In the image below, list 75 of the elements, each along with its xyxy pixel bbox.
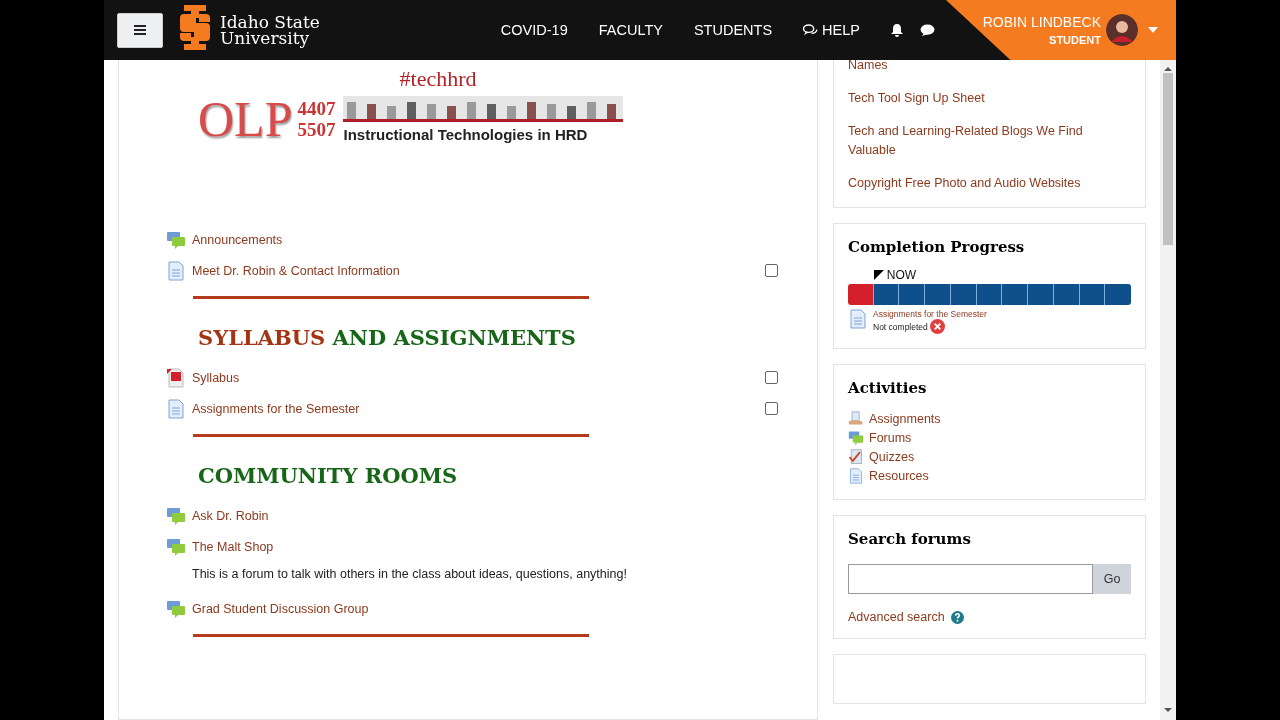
progress-segment[interactable]: [925, 284, 951, 305]
search-field[interactable]: [848, 564, 1093, 594]
banner-title: Instructional Technologies in HRD: [343, 125, 589, 143]
activity-link[interactable]: Ask Dr. Robin: [192, 508, 269, 523]
sidebar-link[interactable]: Resources: [869, 468, 929, 483]
help-icon: [950, 610, 964, 624]
banner-hashtag: #techhrd: [398, 66, 478, 92]
progress-segment[interactable]: [1079, 284, 1106, 305]
user-role: STUDENT: [1049, 34, 1101, 46]
caret-icon: [1148, 27, 1158, 33]
now-label: NOW: [886, 268, 917, 282]
sidebar-link[interactable]: Copyright Free Photo and Audio Websites: [848, 174, 1131, 193]
section-heading: COMMUNITY ROOMS: [198, 463, 459, 488]
completion-status: Not completed: [873, 321, 928, 332]
completion-checkbox[interactable]: [765, 371, 778, 384]
course-number: 4407: [297, 98, 336, 119]
activity-link[interactable]: Assignments for the Semester: [192, 401, 360, 416]
sidebar-link[interactable]: Forums: [869, 430, 912, 445]
progress-segment[interactable]: [1002, 284, 1029, 305]
progress-segment[interactable]: [976, 284, 1003, 305]
error-icon: [929, 319, 945, 334]
menu-button[interactable]: [117, 12, 163, 48]
activity-link[interactable]: The Malt Shop: [192, 539, 274, 554]
activity-description: This is a forum to talk with others in the class about ideas, questions, anything!: [192, 567, 628, 581]
nav-link[interactable]: STUDENTS: [693, 22, 773, 38]
document-icon: [848, 309, 868, 329]
hand-document-icon: [848, 410, 864, 427]
progress-segment[interactable]: [873, 284, 900, 305]
chat-bubbles-icon: [848, 429, 864, 446]
block-title: Completion Progress: [848, 238, 1026, 256]
completion-checkbox[interactable]: [765, 264, 778, 277]
menu-icon: [134, 25, 146, 35]
chat-bubbles-icon: [803, 23, 819, 37]
progress-segment[interactable]: [899, 284, 926, 305]
notifications-button[interactable]: [890, 22, 906, 38]
chat-bubbles-icon: [166, 229, 186, 250]
bell-icon: [890, 23, 904, 37]
progress-segment[interactable]: [1105, 284, 1132, 305]
user-name: ROBIN LINDBECK: [982, 14, 1101, 30]
block-title: Activities: [848, 379, 928, 397]
messages-button[interactable]: [920, 22, 936, 38]
nav-link[interactable]: FACULTY: [598, 22, 663, 38]
sidebar-link[interactable]: Quizzes: [869, 449, 915, 464]
activity-link[interactable]: Meet Dr. Robin & Contact Information: [192, 263, 400, 278]
activity-link[interactable]: Syllabus: [192, 370, 240, 385]
section-heading: SYLLABUS AND ASSIGNMENTS: [198, 325, 577, 350]
progress-segment[interactable]: [950, 284, 977, 305]
sidebar-link[interactable]: Tech and Learning-Related Blogs We Find Valuable: [848, 122, 1131, 160]
banner-course-code: OLP: [198, 94, 293, 144]
progress-segment[interactable]: [1053, 284, 1080, 305]
activity-link[interactable]: Grad Student Discussion Group: [192, 601, 369, 616]
flag-icon: [873, 270, 884, 280]
activity-link[interactable]: Announcements: [192, 232, 283, 247]
document-icon: [166, 398, 186, 419]
university-name[interactable]: Idaho State University: [220, 14, 320, 46]
activity-link[interactable]: Assignments for the Semester: [873, 309, 987, 319]
completion-checkbox[interactable]: [765, 402, 778, 415]
chat-bubbles-icon: [166, 505, 186, 526]
go-button[interactable]: Go: [1093, 564, 1131, 594]
sidebar-link[interactable]: Tech Tool Sign Up Sheet: [848, 89, 1131, 108]
chat-bubbles-icon: [166, 536, 186, 557]
nav-link[interactable]: COVID-19: [500, 22, 568, 38]
speech-bubble-icon: [920, 23, 935, 37]
chat-bubbles-icon: [166, 598, 186, 619]
advanced-search-link[interactable]: Advanced search: [848, 610, 945, 624]
pdf-file-icon: [166, 367, 186, 388]
help-link[interactable]: HELP: [803, 22, 860, 38]
course-number: 5507: [297, 119, 336, 140]
progress-segment[interactable]: [1028, 284, 1054, 305]
document-icon: [166, 260, 186, 281]
avatar-icon: [1106, 14, 1138, 46]
checklist-icon: [848, 448, 864, 465]
block-title: Search forums: [848, 530, 972, 548]
document-icon: [848, 467, 864, 484]
sidebar-link[interactable]: Assignments: [869, 411, 941, 426]
